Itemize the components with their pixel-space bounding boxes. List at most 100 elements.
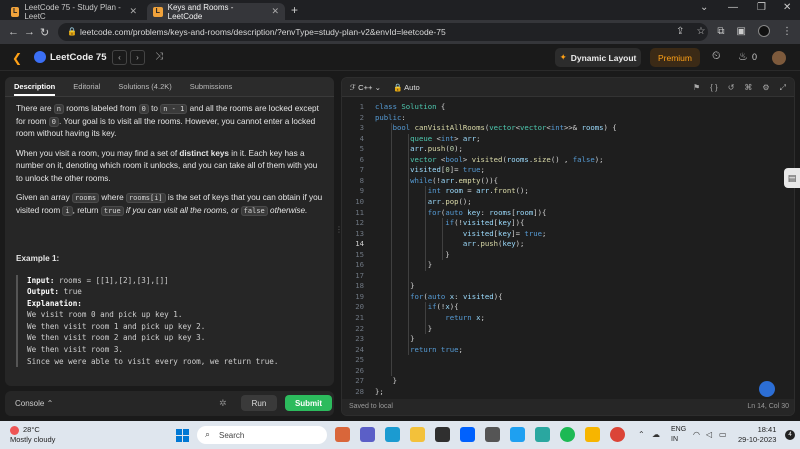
line-number: 13 [355, 228, 364, 238]
code-editor-panel: ℱ C++ ⌄ 🔒 Auto ⚑ { } ↺ ⌘ ⚙ ⤢ 1 class Solu… [341, 77, 795, 416]
shuffle-icon[interactable]: ⤨ [155, 51, 163, 62]
dynamic-layout-button[interactable]: ✦ Dynamic Layout [555, 48, 641, 67]
line-number: 7 [359, 165, 364, 175]
code-line: class Solution { [375, 102, 446, 111]
debug-icon[interactable]: ✲ [219, 398, 227, 409]
fire-icon[interactable]: ♨ [738, 50, 748, 63]
search-icon: ⌕ [205, 429, 211, 439]
line-number: 15 [355, 249, 364, 259]
app-icon[interactable] [585, 427, 600, 442]
folder-icon[interactable] [410, 427, 425, 442]
dropbox-icon[interactable] [460, 427, 475, 442]
store-icon[interactable] [435, 427, 450, 442]
share-icon[interactable]: ⇪ [676, 26, 684, 37]
shortcut-icon[interactable]: ⌘ [744, 83, 752, 93]
tab-editorial[interactable]: Editorial [73, 82, 100, 91]
language-select[interactable]: ℱ C++ ⌄ [350, 83, 381, 92]
line-number: 10 [355, 196, 364, 206]
back-icon[interactable]: ← [8, 26, 19, 38]
maximize-icon[interactable]: ❐ [757, 2, 766, 13]
help-bubble-icon[interactable] [759, 381, 775, 397]
prev-problem-button[interactable]: ‹ [112, 50, 127, 65]
profile-avatar[interactable] [758, 25, 770, 37]
menu-icon[interactable]: ⋮ [782, 26, 792, 37]
browser-tab-active[interactable]: L Keys and Rooms - LeetCode ✕ [147, 3, 285, 21]
console-toggle[interactable]: Console ⌃ [15, 399, 53, 408]
premium-button[interactable]: Premium [650, 48, 700, 67]
code-line: } [375, 376, 397, 386]
chrome-icon[interactable] [610, 427, 625, 442]
new-tab-button[interactable]: + [291, 3, 298, 17]
windows-taskbar: 28°C Mostly cloudy ⌕ Search ⌃ ☁ ENG IN ◠ … [0, 421, 800, 449]
description-paragraph: When you visit a room, you may find a se… [16, 148, 318, 183]
chevron-down-icon[interactable]: ⌄ [700, 2, 708, 13]
code-line: if(!x){ [427, 302, 459, 312]
line-number: 20 [355, 302, 364, 312]
submit-button[interactable]: Submit [285, 395, 332, 411]
timer-icon[interactable]: ⏲ [712, 50, 721, 63]
address-bar-row: ← → ↻ 🔒 leetcode.com/problems/keys-and-r… [0, 20, 800, 44]
code-line: for(auto key: rooms[room]){ [427, 207, 547, 217]
app-icon[interactable] [485, 427, 500, 442]
run-button[interactable]: Run [241, 395, 277, 411]
teams-icon[interactable] [360, 427, 375, 442]
reset-icon[interactable]: ↺ [728, 83, 735, 93]
clock[interactable]: 18:41 29-10-2023 [738, 425, 776, 445]
battery-icon[interactable]: ▭ [719, 430, 727, 439]
problem-panel: Description Editorial Solutions (4.2K) S… [5, 77, 334, 386]
close-window-icon[interactable]: ✕ [783, 2, 791, 13]
example-line: Since we were able to visit every room, … [27, 356, 279, 366]
minimize-icon[interactable]: — [728, 2, 738, 13]
code-area[interactable]: 1 class Solution {2 public: 3 bool canVisit… [342, 99, 794, 396]
close-tab-icon[interactable]: ✕ [129, 6, 137, 17]
app-icon[interactable] [535, 427, 550, 442]
indent-guide [442, 218, 443, 261]
forward-icon[interactable]: → [24, 26, 35, 38]
auto-mode[interactable]: 🔒 Auto [393, 83, 420, 92]
next-problem-button[interactable]: › [130, 50, 145, 65]
line-number: 18 [355, 281, 364, 291]
sidepanel-icon[interactable]: ▣ [737, 26, 746, 37]
line-number: 26 [355, 365, 364, 375]
settings-icon[interactable]: ⚙ [762, 83, 769, 93]
browser-tab[interactable]: L LeetCode 75 - Study Plan - LeetC ✕ [5, 3, 143, 21]
description-paragraph: Given an array rooms where rooms[i] is t… [16, 193, 323, 216]
spotify-icon[interactable] [560, 427, 575, 442]
language-indicator[interactable]: ENG IN [671, 425, 686, 445]
volume-icon[interactable]: ◁ [706, 430, 712, 439]
side-panel-tab[interactable]: ▤ [784, 168, 800, 188]
taskbar-search[interactable]: ⌕ Search [197, 426, 327, 444]
tab-solutions[interactable]: Solutions (4.2K) [118, 82, 171, 91]
tab-submissions[interactable]: Submissions [190, 82, 233, 91]
app-icon[interactable] [335, 427, 350, 442]
edge-icon[interactable] [385, 427, 400, 442]
weather-widget[interactable]: 28°C Mostly cloudy [10, 425, 55, 445]
indent-guide [408, 133, 409, 356]
close-tab-icon[interactable]: ✕ [271, 6, 279, 17]
cloud-icon[interactable]: ☁ [652, 430, 660, 439]
browser-tab-bar: L LeetCode 75 - Study Plan - LeetC ✕ L K… [0, 0, 800, 21]
app-icon[interactable] [510, 427, 525, 442]
reload-icon[interactable]: ↻ [40, 26, 49, 39]
wifi-icon[interactable]: ◠ [693, 430, 700, 439]
action-bar: Console ⌃ ✲ Run Submit [5, 391, 334, 416]
save-status: Saved to local [349, 403, 393, 410]
study-plan-title[interactable]: LeetCode 75 [50, 52, 107, 63]
leetcode-logo-icon[interactable]: ❮ [12, 51, 22, 65]
user-avatar[interactable] [772, 51, 786, 65]
code-line: int room = arr.front(); [427, 186, 529, 196]
fullscreen-icon[interactable]: ⤢ [780, 83, 786, 93]
tab-description[interactable]: Description [14, 82, 56, 96]
chevron-up-icon[interactable]: ⌃ [638, 430, 645, 439]
extensions-icon[interactable]: ⧉ [717, 26, 724, 37]
example-line: We then visit room 3. [27, 345, 124, 355]
line-number: 19 [355, 291, 364, 301]
indent-guide [425, 186, 426, 271]
start-button[interactable] [176, 429, 189, 442]
url-field[interactable]: 🔒 leetcode.com/problems/keys-and-rooms/d… [58, 23, 708, 41]
bookmark-icon[interactable]: ⚑ [693, 83, 700, 93]
notification-badge[interactable]: 4 [785, 430, 795, 440]
star-icon[interactable]: ☆ [696, 26, 705, 37]
braces-icon[interactable]: { } [710, 83, 718, 93]
study-plan-icon [34, 51, 46, 63]
